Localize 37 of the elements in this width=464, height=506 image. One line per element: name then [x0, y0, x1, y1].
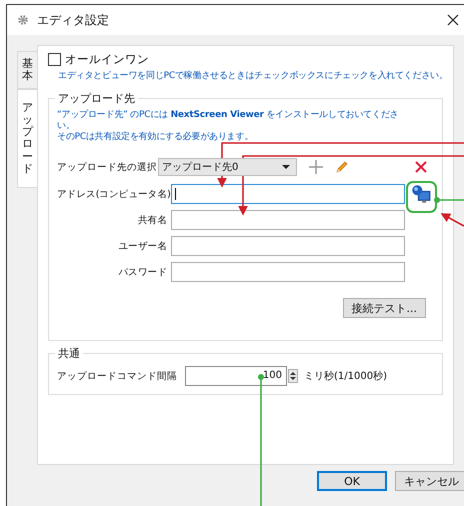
group-title: アップロード先 [55, 91, 138, 106]
input-field[interactable] [171, 210, 405, 230]
gear-icon [17, 14, 29, 26]
field-label: アップロード先の選択 [57, 160, 158, 174]
close-icon[interactable] [447, 14, 459, 26]
input-field[interactable] [171, 236, 405, 256]
dialog-button[interactable]: キャンセル [395, 471, 464, 491]
checkbox-label[interactable]: オールインワン [65, 52, 149, 67]
spin-arrows-icon[interactable] [288, 369, 298, 383]
connection-test-button[interactable]: 接続テスト... [342, 298, 426, 318]
caret-icon [282, 165, 290, 169]
notice-text: い。 [57, 121, 76, 132]
interval-spinbox[interactable]: 100 [185, 366, 287, 386]
delete-icon[interactable] [415, 161, 427, 173]
highlight-frame [406, 181, 437, 213]
plus-icon[interactable] [309, 160, 323, 174]
window-title: エディタ設定 [37, 12, 109, 28]
input-field[interactable] [171, 184, 405, 204]
field-label: ユーザー名 [117, 240, 168, 252]
checkbox[interactable] [48, 53, 61, 66]
tab[interactable]: アップロード [17, 89, 37, 188]
description-text: エディタとビューワを同じPCで稼働させるときはチェックボックスにチェックを入れてください。 [58, 70, 443, 82]
group-title: 共通 [55, 346, 83, 361]
unit-label: ミリ秒(1/1000秒) [304, 370, 387, 383]
leader-line [434, 197, 464, 203]
destination-dropdown[interactable]: アップロード先0 [158, 158, 297, 176]
notice-text: そのPCは共有設定を有効にする必要があります。 [57, 132, 254, 143]
notice-text: “アップロード先” のPCには NextScreen Viewer をインストールしておいてくださ [57, 110, 400, 121]
field-label: パスワード [117, 266, 168, 278]
dialog-button[interactable]: OK [317, 471, 387, 491]
tab[interactable]: 基本 [17, 51, 37, 90]
pencil-icon[interactable] [335, 160, 349, 174]
field-label: アップロードコマンド間隔 [57, 370, 178, 382]
network-computer-icon[interactable] [411, 184, 431, 204]
input-field[interactable] [171, 262, 405, 282]
field-label: 共有名 [136, 214, 168, 226]
field-label: アドレス(コンピュータ名) [57, 188, 171, 200]
